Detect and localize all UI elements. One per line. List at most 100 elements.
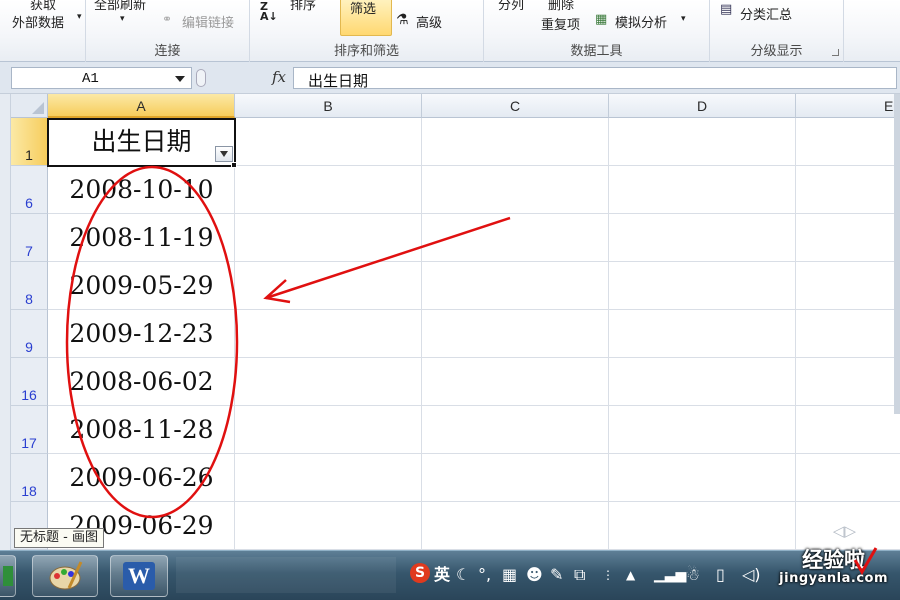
wrench-icon[interactable]: ✎ — [550, 565, 563, 585]
taskbar-word-button[interactable]: W — [110, 555, 168, 597]
row-header[interactable]: 8 — [11, 262, 48, 310]
formula-input[interactable]: 出生日期 — [293, 67, 897, 90]
grid-cell[interactable] — [422, 310, 609, 358]
row-header[interactable]: 16 — [11, 358, 48, 406]
moon-icon[interactable]: ☾ — [456, 565, 470, 585]
grid-cell[interactable] — [796, 214, 900, 262]
date-cell[interactable]: 2008-11-19 — [48, 214, 235, 262]
grid-cell[interactable] — [796, 166, 900, 214]
grid-cell[interactable] — [422, 262, 609, 310]
grid-cell[interactable] — [422, 502, 609, 550]
advanced-button[interactable]: 高级 — [416, 12, 442, 31]
grid-cell[interactable] — [796, 454, 900, 502]
insert-function-icon[interactable]: fx — [272, 68, 286, 86]
grid-cell[interactable] — [796, 358, 900, 406]
grid-cell[interactable] — [609, 214, 796, 262]
row-header[interactable]: 18 — [11, 454, 48, 502]
signal-icon[interactable]: ▁▃▅ — [654, 565, 686, 585]
dialog-launcher-icon[interactable] — [832, 49, 839, 56]
subtotal-button[interactable]: 分类汇总 — [740, 4, 792, 23]
user-icon[interactable]: ☻ — [526, 565, 543, 585]
get-external-data-button[interactable]: 外部数据 — [12, 12, 64, 31]
remove-duplicates-button[interactable]: 重复项 — [541, 14, 580, 33]
formula-bar-splitter[interactable] — [196, 69, 206, 87]
grid-cell[interactable] — [422, 358, 609, 406]
taskbar-excel-button[interactable] — [0, 555, 16, 597]
text-to-columns-button[interactable]: 分列 — [498, 0, 524, 13]
date-cell[interactable]: 2008-06-02 — [48, 358, 235, 406]
grid-cell[interactable] — [235, 310, 422, 358]
name-box[interactable]: A1 — [11, 67, 192, 89]
grid-cell[interactable] — [609, 118, 796, 166]
external-icon[interactable]: ⧉ — [574, 565, 585, 585]
device-icon[interactable]: ▯ — [716, 565, 725, 585]
chevron-down-icon[interactable]: ▾ — [77, 12, 82, 22]
chevron-up-icon[interactable]: ▲ — [626, 565, 635, 585]
row-header[interactable]: 1 — [11, 118, 48, 166]
grid-cell[interactable] — [235, 118, 422, 166]
volume-icon[interactable]: ◁) — [742, 565, 761, 585]
grid-cell[interactable] — [235, 166, 422, 214]
punctuation-icon[interactable]: °, — [478, 565, 491, 585]
grid-cell[interactable] — [235, 502, 422, 550]
qq-icon[interactable]: ☃ — [686, 565, 700, 585]
chevron-down-icon[interactable]: ▾ — [681, 14, 686, 24]
taskbar-paint-button[interactable] — [32, 555, 98, 597]
grid-cell[interactable] — [796, 118, 900, 166]
fill-handle[interactable] — [231, 162, 237, 168]
date-cell[interactable]: 2008-10-10 — [48, 166, 235, 214]
ime-mode-label[interactable]: 英 — [434, 565, 450, 585]
date-cell[interactable]: 2009-05-29 — [48, 262, 235, 310]
grid-cell[interactable] — [609, 406, 796, 454]
date-cell[interactable]: 2008-11-28 — [48, 406, 235, 454]
filter-dropdown-icon[interactable] — [215, 146, 233, 162]
grid-cell[interactable] — [609, 166, 796, 214]
grid-cell[interactable] — [235, 214, 422, 262]
row-header[interactable]: 9 — [11, 310, 48, 358]
grid-cell[interactable] — [609, 358, 796, 406]
chevron-down-icon[interactable] — [175, 76, 185, 82]
taskbar-empty-area[interactable] — [176, 557, 396, 593]
column-header-d[interactable]: D — [609, 94, 796, 118]
date-cell[interactable]: 2009-12-23 — [48, 310, 235, 358]
grid-cell[interactable] — [609, 502, 796, 550]
keyboard-icon[interactable]: ▦ — [502, 565, 517, 585]
filter-button[interactable]: 筛选 — [340, 0, 392, 36]
remove-duplicates-line1[interactable]: 删除 — [548, 0, 574, 13]
scroll-arrows-icon[interactable]: ◁▷ — [833, 522, 856, 540]
grid-cell[interactable] — [235, 454, 422, 502]
column-header-b[interactable]: B — [235, 94, 422, 118]
refresh-all-button[interactable]: 全部刷新 — [94, 0, 146, 13]
row-header[interactable]: 7 — [11, 214, 48, 262]
sort-za-icon[interactable]: Z A↓ — [260, 1, 278, 22]
row-header[interactable]: 6 — [11, 166, 48, 214]
grid-cell[interactable] — [235, 406, 422, 454]
grid-cell[interactable] — [422, 118, 609, 166]
grid-cell[interactable] — [235, 358, 422, 406]
column-header-e[interactable]: E — [796, 94, 900, 118]
sogou-ime-icon[interactable]: S — [410, 563, 430, 583]
column-header-a[interactable]: A — [48, 94, 235, 118]
grid-cell[interactable] — [609, 262, 796, 310]
worksheet[interactable]: A B C D E 1 6 7 8 9 16 17 18 出生日期 2008-1… — [0, 94, 900, 550]
grid-cell[interactable] — [609, 454, 796, 502]
grid-cell[interactable] — [235, 262, 422, 310]
select-all-button[interactable] — [11, 94, 48, 118]
sort-button[interactable]: 排序 — [290, 0, 316, 13]
grid-cell[interactable] — [422, 214, 609, 262]
vertical-scrollbar[interactable] — [894, 94, 900, 414]
grid-cell[interactable] — [422, 406, 609, 454]
date-cell[interactable]: 2009-06-26 — [48, 454, 235, 502]
edit-links-button[interactable]: 编辑链接 — [182, 12, 234, 31]
ime-menu-icon[interactable]: ⋮ — [602, 565, 614, 585]
row-header[interactable]: 17 — [11, 406, 48, 454]
grid-cell[interactable] — [796, 262, 900, 310]
grid-cell[interactable] — [422, 454, 609, 502]
grid-cell[interactable] — [422, 166, 609, 214]
chevron-down-icon[interactable]: ▾ — [120, 14, 125, 24]
column-header-c[interactable]: C — [422, 94, 609, 118]
grid-cell[interactable] — [796, 406, 900, 454]
what-if-analysis-button[interactable]: 模拟分析 — [615, 12, 667, 31]
grid-cell[interactable] — [796, 310, 900, 358]
grid-cell[interactable] — [609, 310, 796, 358]
